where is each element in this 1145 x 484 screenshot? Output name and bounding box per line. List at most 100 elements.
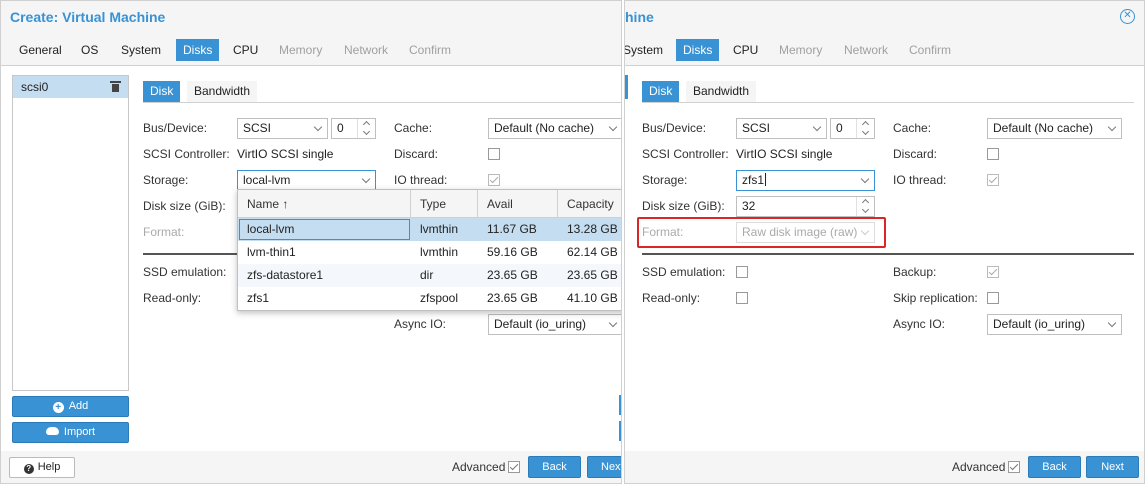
advanced-checkbox[interactable] [508, 461, 520, 473]
disk-list: scsi0 [12, 75, 129, 391]
cache-select[interactable]: Default (No cache) [987, 118, 1122, 139]
bus-device-label: Bus/Device: [143, 121, 208, 135]
storage-select[interactable]: zfs1 [736, 170, 875, 191]
device-index-spinner[interactable]: 0 [331, 118, 376, 139]
async-io-select[interactable]: Default (io_uring) [488, 314, 621, 335]
tab-network[interactable]: Network [837, 39, 895, 61]
help-button[interactable]: ? Help [9, 457, 75, 478]
subtab-bandwidth[interactable]: Bandwidth [187, 81, 258, 102]
backup-checkbox[interactable] [987, 266, 999, 278]
tab-memory[interactable]: Memory [272, 39, 329, 61]
column-header-type[interactable]: Type [411, 190, 478, 218]
tab-memory[interactable]: Memory [772, 39, 829, 61]
storage-avail-cell: 11.67 GB [487, 222, 537, 236]
next-button[interactable]: Next [587, 456, 621, 478]
clipped-button-edge [619, 421, 621, 441]
bus-select[interactable]: SCSI [736, 118, 827, 139]
read-only-label: Read-only: [642, 291, 701, 305]
bus-select[interactable]: SCSI [237, 118, 328, 139]
async-io-value: Default (io_uring) [993, 317, 1086, 331]
async-io-select[interactable]: Default (io_uring) [987, 314, 1122, 335]
storage-capacity-cell: 41.10 GB [567, 291, 618, 305]
wizard-tabs: General OS System Disks CPU Memory Netwo… [1, 37, 621, 63]
column-header-avail[interactable]: Avail [478, 190, 558, 218]
trash-icon[interactable] [110, 81, 121, 92]
advanced-checkbox[interactable] [1008, 461, 1020, 473]
disk-name: scsi0 [21, 80, 49, 94]
chevron-down-icon [1107, 318, 1117, 328]
tab-network[interactable]: Network [337, 39, 395, 61]
subtab-divider [642, 102, 1134, 103]
chevron-down-icon [361, 174, 371, 184]
storage-row[interactable]: zfs1 zfspool 23.65 GB 41.10 GB [238, 287, 621, 310]
subtab-bandwidth[interactable]: Bandwidth [686, 81, 757, 102]
tab-disks[interactable]: Disks [676, 39, 720, 61]
back-button[interactable]: Back [1028, 456, 1081, 478]
storage-select[interactable]: local-lvm [237, 170, 376, 191]
storage-type-cell: dir [420, 268, 434, 282]
ssd-emulation-label: SSD emulation: [642, 265, 726, 279]
storage-avail-cell: 23.65 GB [487, 268, 538, 282]
io-thread-checkbox[interactable] [987, 174, 999, 186]
import-disk-button[interactable]: Import [12, 422, 129, 443]
cache-label: Cache: [394, 121, 433, 135]
column-header-name[interactable]: Name ↑ [238, 190, 411, 218]
tab-confirm[interactable]: Confirm [902, 39, 958, 61]
add-disk-button[interactable]: + Add [12, 396, 129, 417]
chevron-down-icon [313, 122, 323, 132]
next-button[interactable]: Next [1086, 456, 1139, 478]
section-divider [642, 253, 1134, 255]
read-only-checkbox[interactable] [736, 292, 748, 304]
ssd-emulation-label: SSD emulation: [143, 265, 227, 279]
storage-name-cell: zfs-datastore1 [247, 268, 324, 282]
discard-checkbox[interactable] [488, 148, 500, 160]
wizard-tabs: System Disks CPU Memory Network Confirm [625, 37, 1144, 63]
subtab-disk[interactable]: Disk [642, 81, 680, 102]
spinner-arrows-icon[interactable] [357, 119, 375, 138]
storage-row[interactable]: zfs-datastore1 dir 23.65 GB 23.65 GB [238, 264, 621, 287]
tab-confirm[interactable]: Confirm [402, 39, 458, 61]
import-label: Import [63, 426, 96, 438]
plus-circle-icon: + [52, 402, 64, 413]
discard-checkbox[interactable] [987, 148, 999, 160]
async-io-label: Async IO: [394, 317, 447, 331]
chevron-down-icon [812, 122, 822, 132]
discard-label: Discard: [394, 147, 439, 161]
tab-general[interactable]: General [12, 39, 69, 61]
skip-replication-checkbox[interactable] [987, 292, 999, 304]
back-button[interactable]: Back [528, 456, 581, 478]
device-index-spinner[interactable]: 0 [830, 118, 875, 139]
tab-disks[interactable]: Disks [176, 39, 220, 61]
storage-type-cell: zfspool [420, 291, 459, 305]
disk-size-label: Disk size (GiB): [143, 199, 226, 213]
tab-system[interactable]: System [114, 39, 168, 61]
ssd-emulation-checkbox[interactable] [736, 266, 748, 278]
storage-row[interactable]: lvm-thin1 lvmthin 59.16 GB 62.14 GB [238, 241, 621, 264]
close-icon[interactable]: ✕ [1120, 9, 1135, 24]
disk-size-label: Disk size (GiB): [642, 199, 725, 213]
tab-cpu[interactable]: CPU [726, 39, 765, 61]
cache-select[interactable]: Default (No cache) [488, 118, 621, 139]
scsi-controller-value: VirtIO SCSI single [237, 147, 334, 161]
spinner-arrows-icon[interactable] [856, 119, 874, 138]
storage-capacity-cell: 62.14 GB [567, 245, 618, 259]
disk-list-item[interactable]: scsi0 [13, 76, 128, 98]
tab-system[interactable]: System [625, 39, 670, 61]
tab-cpu[interactable]: CPU [226, 39, 265, 61]
io-thread-checkbox[interactable] [488, 174, 500, 186]
discard-label: Discard: [893, 147, 938, 161]
dialog-title: Create: Virtual Machine [1, 1, 621, 33]
device-index-value: 0 [337, 121, 344, 135]
add-label: Add [68, 400, 89, 412]
column-header-capacity[interactable]: Capacity [558, 190, 621, 218]
spinner-arrows-icon[interactable] [856, 197, 874, 216]
chevron-down-icon [1107, 122, 1117, 132]
question-icon: ? [23, 464, 34, 474]
tab-os[interactable]: OS [74, 39, 105, 61]
subtab-disk[interactable]: Disk [143, 81, 181, 102]
disk-size-spinner[interactable]: 32 [736, 196, 875, 217]
create-vm-dialog-right: hine ✕ System Disks CPU Memory Network C… [624, 0, 1145, 484]
io-thread-label: IO thread: [893, 173, 947, 187]
storage-row[interactable]: local-lvm lvmthin 11.67 GB 13.28 GB [238, 218, 621, 241]
bus-value: SCSI [243, 121, 272, 135]
